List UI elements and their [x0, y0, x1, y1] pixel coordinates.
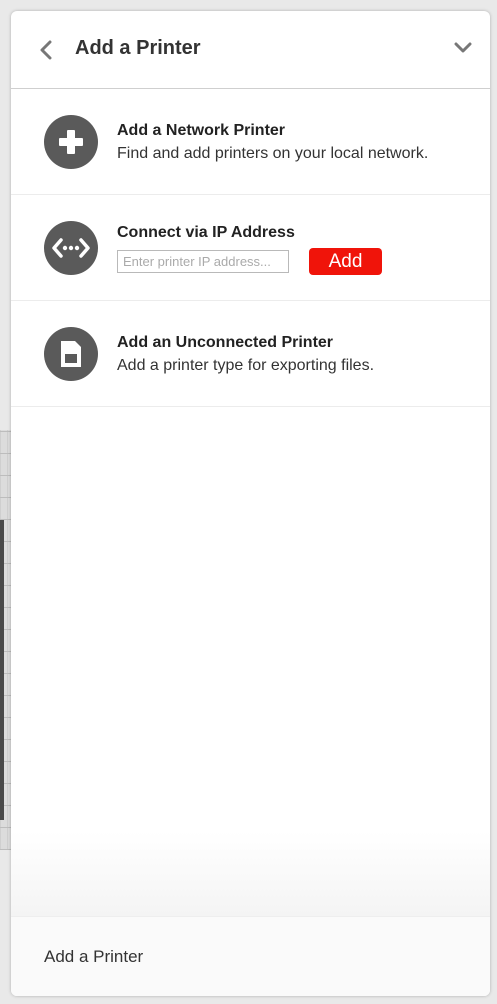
option-title: Add an Unconnected Printer: [117, 334, 334, 351]
panel-fade: [11, 831, 490, 917]
chevron-down-icon[interactable]: [454, 42, 472, 54]
network-ip-icon: [44, 221, 98, 275]
panel-footer: Add a Printer: [11, 916, 490, 996]
add-printer-panel: Add a Printer Add a Network Printer Find…: [11, 11, 490, 996]
page-title: Add a Printer: [75, 37, 201, 59]
plus-icon: [44, 115, 98, 169]
add-button[interactable]: Add: [309, 248, 382, 275]
option-ip-address: Connect via IP Address Add: [11, 195, 490, 301]
option-subtitle: Add a printer type for exporting files.: [117, 357, 375, 374]
chevron-left-icon[interactable]: [39, 40, 53, 60]
sd-card-icon: [44, 327, 98, 381]
option-title: Add a Network Printer: [117, 122, 286, 139]
panel-header: Add a Printer: [11, 11, 490, 89]
footer-label: Add a Printer: [44, 947, 144, 966]
ip-address-input[interactable]: [117, 250, 289, 273]
option-subtitle: Find and add printers on your local netw…: [117, 145, 429, 162]
option-network-printer[interactable]: Add a Network Printer Find and add print…: [11, 89, 490, 195]
option-unconnected-printer[interactable]: Add an Unconnected Printer Add a printer…: [11, 301, 490, 407]
option-title: Connect via IP Address: [117, 224, 295, 241]
